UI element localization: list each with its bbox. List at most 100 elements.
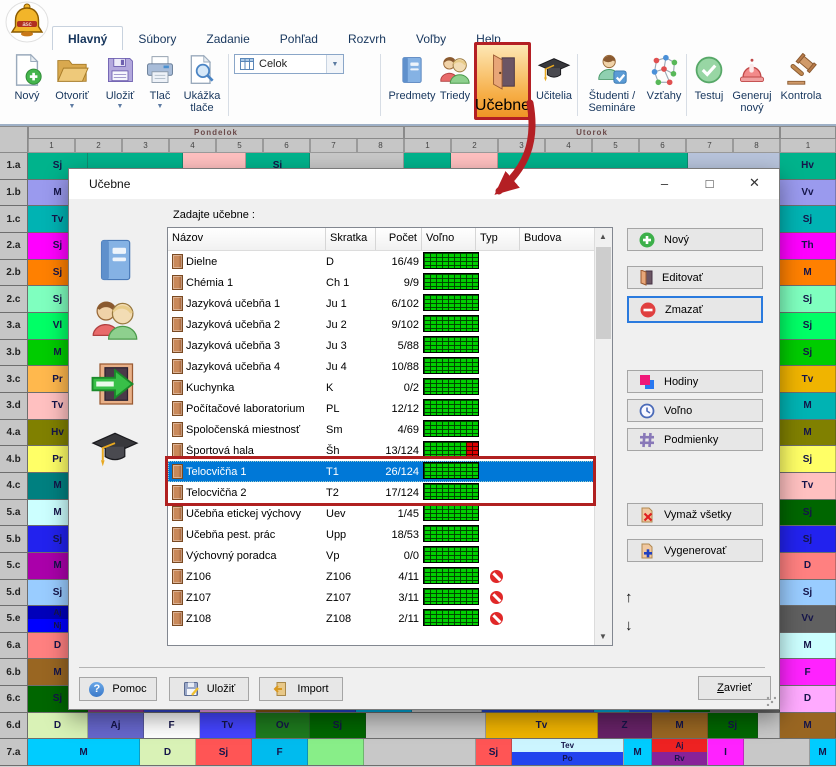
timetable-cell[interactable]: M <box>780 393 836 419</box>
timetable-cell[interactable] <box>758 713 780 739</box>
close-dialog-button[interactable]: Zavrieť <box>698 676 771 700</box>
delete-room-button[interactable]: Zmazať <box>627 296 763 323</box>
room-row-Z106[interactable]: Z106Z1064/11 <box>168 566 612 587</box>
column-header-budova[interactable]: Budova <box>520 228 595 250</box>
timetable-cell[interactable]: Sj <box>780 526 836 552</box>
column-header-skratka[interactable]: Skratka <box>326 228 376 250</box>
maximize-icon[interactable]: □ <box>687 170 732 196</box>
test-button[interactable]: Testuj <box>690 50 728 102</box>
timetable-cell[interactable]: M <box>28 739 140 765</box>
timetable-cell[interactable]: D <box>780 553 836 579</box>
timetable-cell[interactable]: Sj <box>196 739 252 765</box>
timetable-cell[interactable] <box>364 739 476 765</box>
room-row-D[interactable]: DielneD16/49 <box>168 251 612 272</box>
room-row-Ju 4[interactable]: Jazyková učebňa 4Ju 410/88 <box>168 356 612 377</box>
timetable-cell[interactable]: M <box>780 713 836 739</box>
rail-teachers-cap-icon[interactable] <box>87 423 143 473</box>
chevron-down-icon[interactable]: ▼ <box>117 102 124 111</box>
print-button[interactable]: Tlač ▼ <box>142 50 178 111</box>
column-header-pocet[interactable]: Počet <box>376 228 422 250</box>
tab-Rozvrh[interactable]: Rozvrh <box>333 27 401 50</box>
new-room-button[interactable]: Nový <box>627 228 763 251</box>
tab-Zadanie[interactable]: Zadanie <box>191 27 264 50</box>
edit-room-button[interactable]: Editovať <box>627 266 763 289</box>
timetable-cell[interactable]: Sj <box>780 206 836 232</box>
room-row-Z108[interactable]: Z108Z1082/11 <box>168 608 612 629</box>
timetable-cell[interactable]: Tv <box>486 713 598 739</box>
timetable-cell[interactable] <box>308 739 364 765</box>
move-up-arrow[interactable]: ↑ <box>625 589 633 606</box>
room-row-T2[interactable]: Telocvičňa 2T217/124 <box>168 482 612 503</box>
timetable-cell[interactable]: I <box>708 739 744 765</box>
view-selector[interactable]: Celok ▼ <box>234 54 344 74</box>
timetable-cell[interactable]: Sj <box>310 713 366 739</box>
timetable-cell[interactable]: Z <box>598 713 652 739</box>
room-row-Z107[interactable]: Z107Z1073/11 <box>168 587 612 608</box>
room-row-Upp[interactable]: Učebňa pest. prácUpp18/53 <box>168 524 612 545</box>
help-button[interactable]: ? Pomoc <box>79 677 157 701</box>
rail-classrooms-door-icon[interactable] <box>87 359 143 409</box>
timetable-cell[interactable]: Sj <box>780 286 836 312</box>
subjects-button[interactable]: Predmety <box>388 50 436 102</box>
timetable-cell[interactable] <box>744 739 810 765</box>
timetable-cell[interactable]: Tv <box>200 713 256 739</box>
table-scrollbar[interactable]: ▲ ▼ <box>594 228 612 645</box>
scrollbar-thumb[interactable] <box>596 247 611 339</box>
room-row-Ju 3[interactable]: Jazyková učebňa 3Ju 35/88 <box>168 335 612 356</box>
minimize-icon[interactable]: – <box>642 170 687 196</box>
scroll-down-icon[interactable]: ▼ <box>595 628 611 645</box>
close-icon[interactable]: ✕ <box>732 170 777 196</box>
room-row-Ju 1[interactable]: Jazyková učebňa 1Ju 16/102 <box>168 293 612 314</box>
timetable-cell[interactable]: Sj <box>780 313 836 339</box>
tab-Hlavný[interactable]: Hlavný <box>52 26 123 50</box>
timetable-cell[interactable]: D <box>140 739 196 765</box>
room-row-Ju 2[interactable]: Jazyková učebňa 2Ju 29/102 <box>168 314 612 335</box>
scroll-up-icon[interactable]: ▲ <box>595 228 611 245</box>
room-row-Šh[interactable]: Športová halaŠh13/124 <box>168 440 612 461</box>
dialog-titlebar[interactable]: Učebne – □ ✕ <box>69 169 779 199</box>
timetable-cell[interactable]: Ov <box>256 713 310 739</box>
timetable-cell[interactable]: D <box>780 686 836 712</box>
save-button[interactable]: Uložiť ▼ <box>98 50 142 111</box>
timetable-cell[interactable]: Tv <box>780 473 836 499</box>
move-down-arrow[interactable]: ↓ <box>625 617 633 634</box>
relations-button[interactable]: Vzťahy <box>643 50 685 102</box>
timetable-cell[interactable]: M <box>624 739 652 765</box>
import-button[interactable]: Import <box>259 677 343 701</box>
classrooms-button[interactable]: Učebne <box>474 42 531 120</box>
save-dialog-button[interactable]: Uložiť <box>169 677 249 701</box>
timetable-cell[interactable]: M <box>652 713 708 739</box>
timetable-cell[interactable]: F <box>144 713 200 739</box>
column-header-nazov[interactable]: Názov <box>168 228 326 250</box>
room-row-Uev[interactable]: Učebňa etickej výchovyUev1/45 <box>168 503 612 524</box>
timetable-cell[interactable]: AjRv <box>652 739 708 765</box>
tab-Súbory[interactable]: Súbory <box>123 27 191 50</box>
timetable-cell[interactable]: Aj <box>88 713 144 739</box>
timetable-cell[interactable]: Sj <box>780 580 836 606</box>
tab-Voľby[interactable]: Voľby <box>401 27 461 50</box>
timetable-cell[interactable]: Vv <box>780 606 836 632</box>
room-row-K[interactable]: KuchynkaK0/2 <box>168 377 612 398</box>
timetable-cell[interactable]: F <box>780 659 836 685</box>
timetable-cell[interactable]: Sj <box>780 500 836 526</box>
timetable-cell[interactable]: Sj <box>780 340 836 366</box>
resize-grip[interactable] <box>766 696 776 706</box>
generate-rooms-button[interactable]: Vygenerovať <box>627 539 763 562</box>
students-seminars-button[interactable]: Študenti / Semináre <box>581 50 643 114</box>
generate-new-button[interactable]: Generuj nový <box>728 50 776 114</box>
timetable-cell[interactable]: F <box>252 739 308 765</box>
timeoff-button[interactable]: Voľno <box>627 399 763 422</box>
chevron-down-icon[interactable]: ▼ <box>69 102 76 111</box>
chevron-down-icon[interactable]: ▼ <box>326 55 343 73</box>
room-row-PL[interactable]: Počítačové laboratoriumPL12/12 <box>168 398 612 419</box>
room-row-Ch 1[interactable]: Chémia 1Ch 19/9 <box>168 272 612 293</box>
open-button[interactable]: Otvoriť ▼ <box>46 50 98 111</box>
column-header-volno[interactable]: Voľno <box>422 228 476 250</box>
timetable-cell[interactable]: M <box>780 633 836 659</box>
room-row-Vp[interactable]: Výchovný poradcaVp0/0 <box>168 545 612 566</box>
tab-Pohľad[interactable]: Pohľad <box>265 27 333 50</box>
timetable-cell[interactable]: Tv <box>780 366 836 392</box>
timetable-cell[interactable] <box>366 713 486 739</box>
chevron-down-icon[interactable]: ▼ <box>157 102 164 111</box>
timetable-cell[interactable]: M <box>810 739 836 765</box>
